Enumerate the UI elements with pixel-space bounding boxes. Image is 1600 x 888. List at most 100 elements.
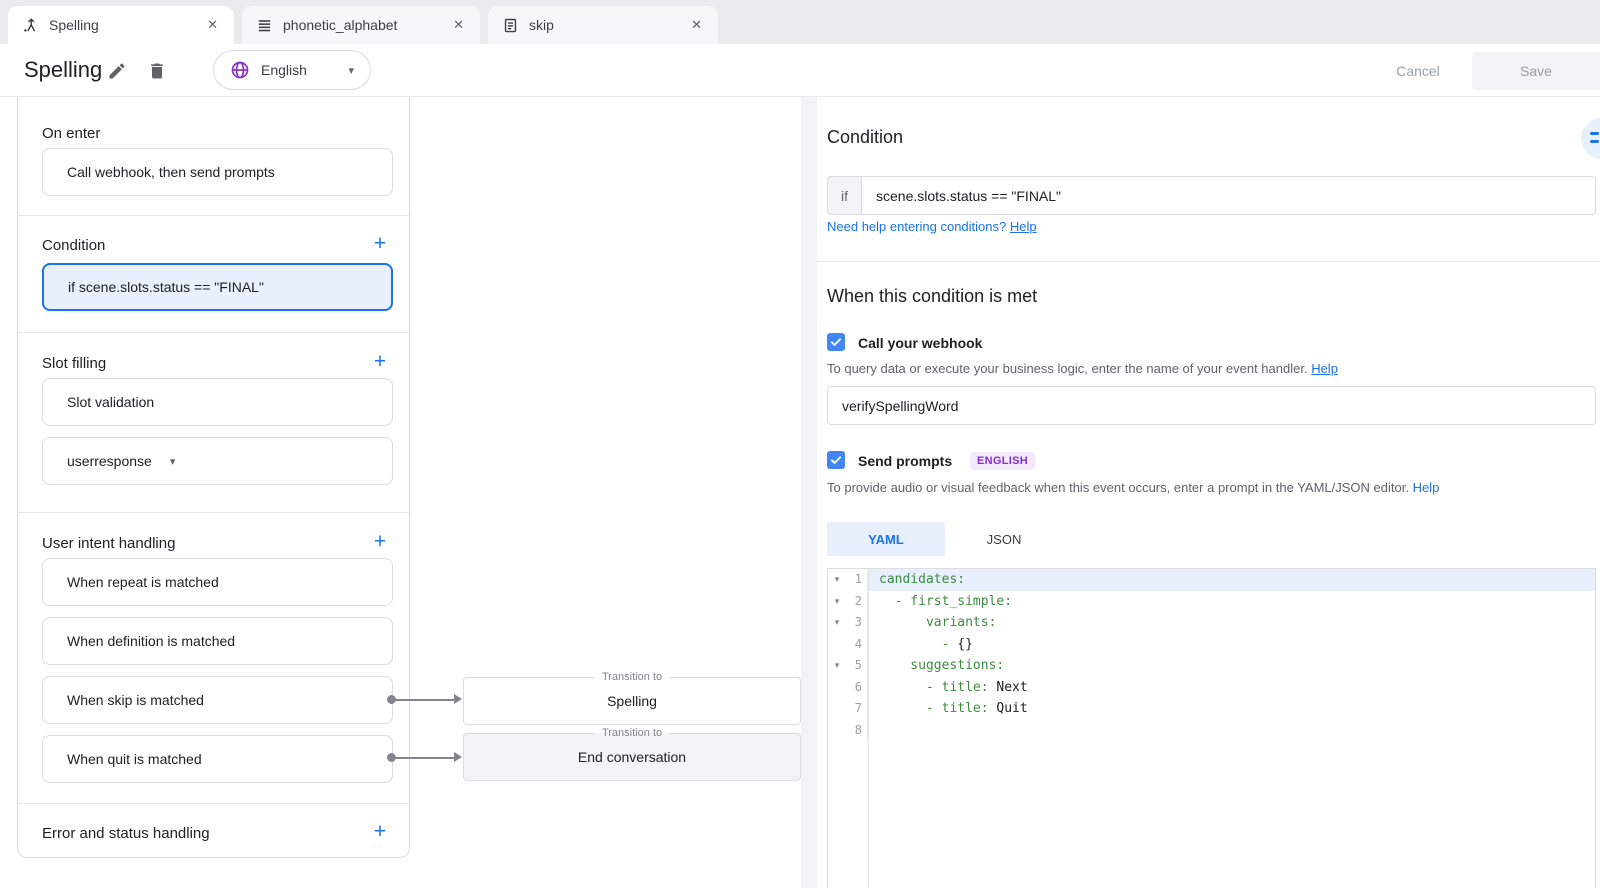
condition-card-label: if scene.slots.status == "FINAL"	[68, 279, 264, 295]
code-line[interactable]: 6 - title: Next	[828, 677, 1595, 699]
panel-resizer[interactable]	[801, 97, 817, 888]
gutter-border	[868, 569, 869, 888]
line-number: 4	[846, 634, 868, 656]
send-prompts-checkbox[interactable]	[827, 451, 845, 469]
fold-icon[interactable]	[828, 698, 846, 720]
language-selector[interactable]: English ▾	[213, 50, 371, 90]
if-prefix: if	[827, 176, 862, 215]
event-handler-value: verifySpellingWord	[842, 398, 958, 414]
add-error-handler-button[interactable]: +	[369, 821, 391, 843]
arrowhead-icon	[454, 694, 462, 704]
condition-expression-input[interactable]: scene.slots.status == "FINAL"	[861, 176, 1596, 215]
help-link[interactable]: Help	[1311, 361, 1338, 376]
tab-strip: Spelling ✕ phonetic_alphabet ✕ skip ✕	[0, 0, 1600, 44]
close-icon[interactable]: ✕	[449, 15, 468, 35]
slot-validation-card[interactable]: Slot validation	[42, 378, 393, 426]
fold-icon[interactable]	[828, 634, 846, 656]
code-line[interactable]: 4 - {}	[828, 634, 1595, 656]
code-line[interactable]: 8	[828, 720, 1595, 742]
fold-icon[interactable]	[828, 720, 846, 742]
section-divider	[18, 332, 409, 333]
when-met-title: When this condition is met	[827, 286, 1037, 307]
connector-line	[396, 699, 454, 701]
add-slot-button[interactable]: +	[369, 351, 391, 373]
intent-card-label: When repeat is matched	[67, 574, 219, 590]
section-divider	[18, 512, 409, 513]
event-handler-input[interactable]: verifySpellingWord	[827, 386, 1596, 425]
close-icon[interactable]: ✕	[687, 15, 706, 35]
code-text: candidates:	[868, 569, 1595, 591]
slot-validation-label: Slot validation	[67, 394, 154, 410]
fold-icon[interactable]: ▾	[828, 591, 846, 613]
arrowhead-icon	[454, 752, 462, 762]
code-line[interactable]: 7 - title: Quit	[828, 698, 1595, 720]
delete-icon[interactable]	[147, 61, 171, 85]
page-title: Spelling	[24, 57, 102, 83]
code-line[interactable]: ▾1candidates:	[828, 569, 1595, 591]
language-label: English	[261, 62, 307, 78]
code-text: - title: Next	[868, 677, 1595, 699]
code-text: - title: Quit	[868, 698, 1595, 720]
webhook-checkbox[interactable]	[827, 333, 845, 351]
panel-divider	[817, 261, 1600, 262]
tab-json[interactable]: JSON	[945, 522, 1063, 556]
transition-box-spelling[interactable]: Transition to Spelling	[463, 677, 801, 725]
tab-spelling[interactable]: Spelling ✕	[8, 6, 234, 44]
fold-icon[interactable]: ▾	[828, 655, 846, 677]
language-badge: ENGLISH	[970, 452, 1035, 470]
fold-icon[interactable]: ▾	[828, 569, 846, 591]
section-divider	[18, 803, 409, 804]
chevron-down-icon[interactable]: ▾	[170, 455, 176, 468]
save-button[interactable]: Save	[1472, 52, 1600, 90]
connector-line	[396, 757, 454, 759]
help-link[interactable]: Help	[1010, 219, 1037, 234]
help-link[interactable]: Help	[1413, 480, 1440, 495]
intent-card-quit[interactable]: When quit is matched	[42, 735, 393, 783]
intent-icon	[502, 17, 519, 34]
tab-yaml[interactable]: YAML	[827, 522, 945, 556]
intent-card-label: When definition is matched	[67, 633, 235, 649]
scene-icon	[22, 17, 39, 34]
code-text: suggestions:	[868, 655, 1595, 677]
fold-icon[interactable]	[828, 677, 846, 699]
on-enter-card[interactable]: Call webhook, then send prompts	[42, 148, 393, 196]
type-icon	[256, 17, 273, 34]
condition-card-selected[interactable]: if scene.slots.status == "FINAL"	[42, 263, 393, 311]
code-text: - {}	[868, 634, 1595, 656]
section-title-error-handling: Error and status handling	[42, 825, 210, 842]
scene-editor-card: On enter Call webhook, then send prompts…	[17, 97, 410, 858]
yaml-editor[interactable]: ▾1candidates: ▾2 - first_simple: ▾3 vari…	[827, 568, 1596, 888]
add-condition-button[interactable]: +	[369, 233, 391, 255]
code-line[interactable]: ▾5 suggestions:	[828, 655, 1595, 677]
section-title-slot-filling: Slot filling	[42, 355, 106, 372]
tab-skip[interactable]: skip ✕	[488, 6, 718, 44]
cancel-button[interactable]: Cancel	[1378, 54, 1458, 88]
prompts-description: To provide audio or visual feedback when…	[827, 480, 1439, 495]
intent-card-repeat[interactable]: When repeat is matched	[42, 558, 393, 606]
fab-glyph	[1590, 132, 1599, 135]
tab-label: skip	[529, 17, 677, 33]
intent-card-label: When skip is matched	[67, 692, 204, 708]
panel-action-button[interactable]	[1581, 118, 1600, 159]
intent-card-skip[interactable]: When skip is matched	[42, 676, 393, 724]
transition-legend: Transition to	[594, 727, 670, 739]
add-intent-button[interactable]: +	[369, 531, 391, 553]
edit-icon[interactable]	[107, 61, 131, 85]
intent-card-definition[interactable]: When definition is matched	[42, 617, 393, 665]
code-text	[868, 720, 1595, 742]
tab-phonetic-alphabet[interactable]: phonetic_alphabet ✕	[242, 6, 480, 44]
fold-icon[interactable]: ▾	[828, 612, 846, 634]
chevron-down-icon: ▾	[348, 64, 354, 77]
webhook-checkbox-label: Call your webhook	[858, 335, 982, 351]
transition-box-end-conversation[interactable]: Transition to End conversation	[463, 733, 801, 781]
code-line[interactable]: ▾2 - first_simple:	[828, 591, 1595, 613]
close-icon[interactable]: ✕	[203, 15, 222, 35]
connector-dot	[387, 695, 396, 704]
transition-target: Spelling	[607, 693, 657, 709]
slot-card[interactable]: userresponse ▾	[42, 437, 393, 485]
code-line[interactable]: ▾3 variants:	[828, 612, 1595, 634]
connector-dot	[387, 753, 396, 762]
line-number: 1	[846, 569, 868, 591]
content-area: On enter Call webhook, then send prompts…	[0, 97, 1600, 888]
panel-title: Condition	[827, 127, 903, 148]
